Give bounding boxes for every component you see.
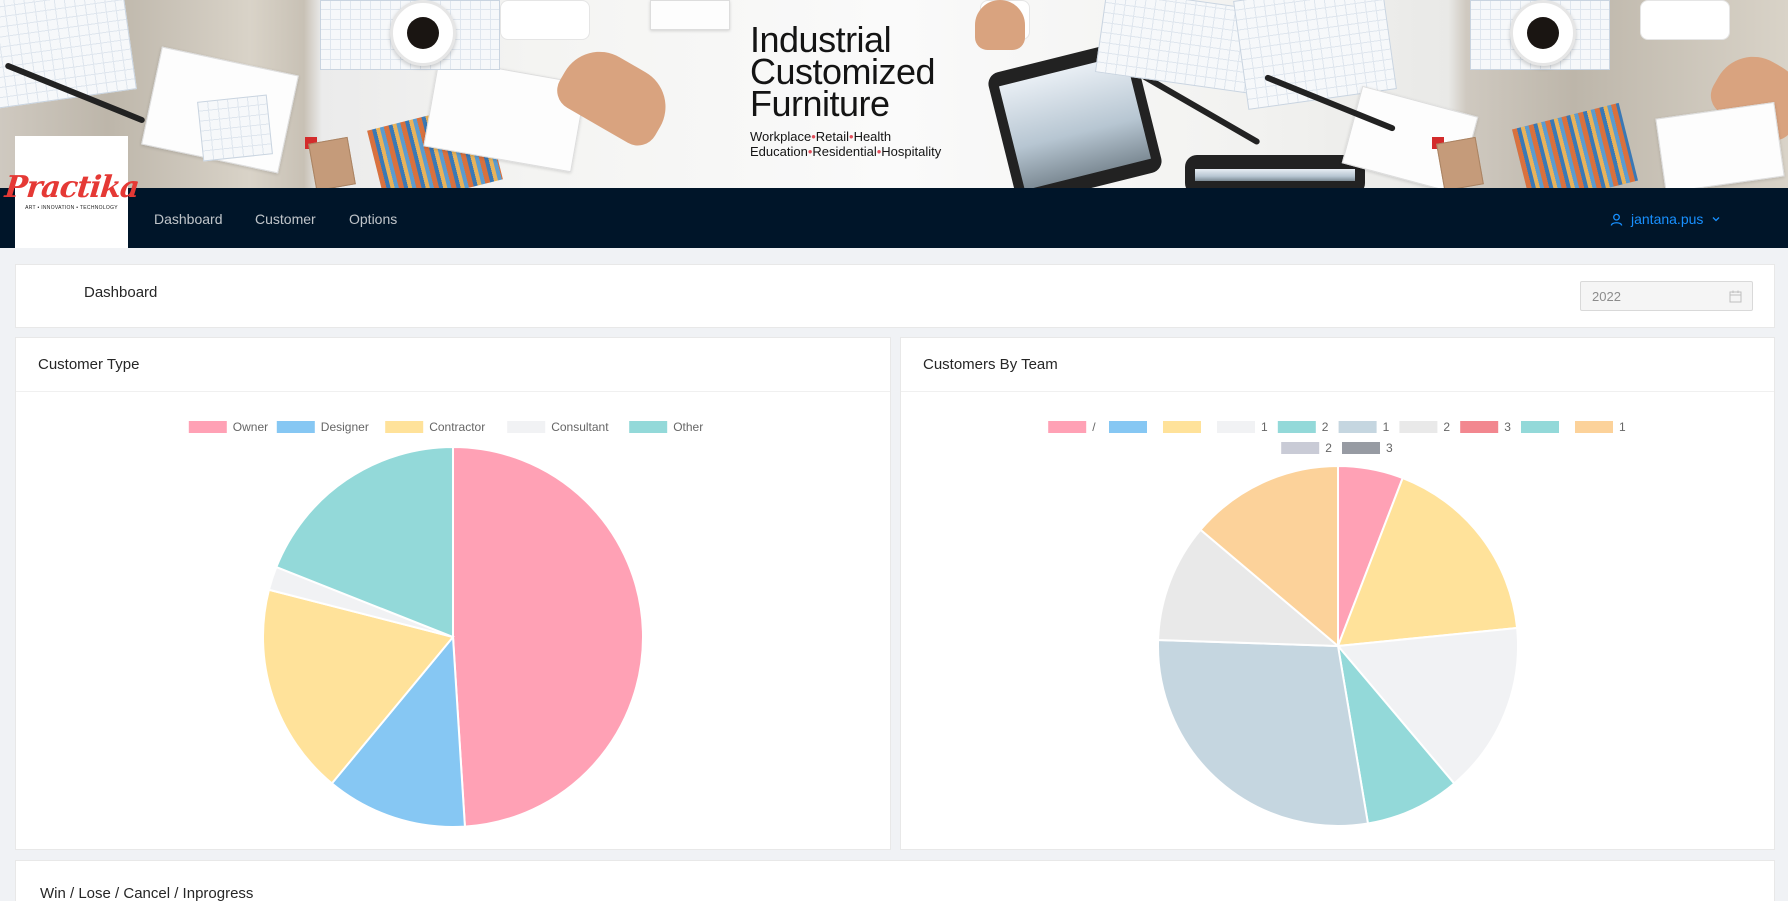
year-picker[interactable] bbox=[1580, 281, 1753, 311]
page-title: Dashboard bbox=[84, 284, 158, 301]
legend-swatch[interactable] bbox=[1399, 421, 1438, 433]
legend-swatch[interactable] bbox=[1163, 421, 1201, 433]
legend-label[interactable]: Designer bbox=[321, 420, 369, 434]
card-title: Win / Lose / Cancel / Inprogress bbox=[40, 885, 254, 901]
legend-swatch[interactable] bbox=[1575, 421, 1613, 433]
legend-swatch[interactable] bbox=[1109, 421, 1147, 433]
legend-swatch[interactable] bbox=[1521, 421, 1559, 433]
legend-label[interactable]: 3 bbox=[1504, 420, 1511, 434]
customers-by-team-card: Customers By Team / 1 2 1 2 3 1 2 3 bbox=[900, 337, 1775, 850]
legend-swatch[interactable] bbox=[1277, 421, 1316, 433]
legend-label[interactable]: 2 bbox=[1322, 420, 1329, 434]
customers-by-team-pie-chart: / 1 2 1 2 3 1 2 3 bbox=[1048, 420, 1626, 827]
pie-slice[interactable] bbox=[1157, 638, 1370, 827]
nav-item-options[interactable]: Options bbox=[349, 209, 397, 229]
header-banner: Industrial Customized Furniture Workplac… bbox=[0, 0, 1788, 188]
banner-tag: Health bbox=[853, 129, 892, 144]
banner-tag: Hospitality bbox=[881, 144, 942, 159]
legend-label[interactable]: Owner bbox=[233, 420, 268, 434]
user-icon bbox=[1610, 213, 1623, 226]
logo-tagline: ART • INNOVATION • TECHNOLOGY bbox=[25, 205, 118, 211]
banner-tag: Education bbox=[750, 144, 808, 159]
legend-swatch[interactable] bbox=[1342, 442, 1380, 454]
legend-label[interactable]: Other bbox=[673, 420, 703, 434]
legend-swatch[interactable] bbox=[507, 421, 546, 433]
legend-swatch[interactable] bbox=[1281, 442, 1320, 454]
page-header-card: Dashboard bbox=[15, 264, 1775, 328]
card-title: Customers By Team bbox=[901, 338, 1774, 392]
username-label: jantana.pus bbox=[1631, 211, 1704, 227]
chevron-down-icon bbox=[1711, 214, 1721, 224]
nav-item-customer[interactable]: Customer bbox=[255, 209, 316, 229]
legend-swatch[interactable] bbox=[629, 421, 668, 433]
pie-slice[interactable] bbox=[452, 445, 644, 828]
user-menu[interactable]: jantana.pus bbox=[1610, 209, 1721, 229]
legend-swatch[interactable] bbox=[276, 421, 315, 433]
banner-tag: Retail bbox=[815, 129, 849, 144]
card-title: Customer Type bbox=[16, 338, 890, 392]
legend-label[interactable]: / bbox=[1092, 420, 1096, 434]
legend-label[interactable]: 1 bbox=[1619, 420, 1626, 434]
banner-headline: Industrial Customized Furniture Workplac… bbox=[750, 22, 942, 160]
banner-taglines: Workplace•Retail•Health Education•Reside… bbox=[750, 129, 942, 159]
legend-label[interactable]: 1 bbox=[1383, 420, 1390, 434]
legend-swatch[interactable] bbox=[1338, 421, 1377, 433]
year-input[interactable] bbox=[1581, 282, 1721, 310]
customer-type-pie-chart: Owner Designer Contractor Consultant Other bbox=[188, 420, 703, 828]
legend-label[interactable]: Contractor bbox=[429, 420, 485, 434]
company-logo[interactable]: Practika ART • INNOVATION • TECHNOLOGY bbox=[3, 136, 140, 248]
legend-label[interactable]: 2 bbox=[1325, 441, 1332, 455]
legend-swatch[interactable] bbox=[1048, 421, 1087, 433]
legend-swatch[interactable] bbox=[385, 421, 424, 433]
win-lose-card: Win / Lose / Cancel / Inprogress bbox=[15, 860, 1775, 901]
banner-tag: Workplace bbox=[750, 129, 812, 144]
legend-label[interactable]: 3 bbox=[1386, 441, 1393, 455]
legend-swatch[interactable] bbox=[1217, 421, 1255, 433]
banner-title-line: Furniture bbox=[750, 83, 890, 124]
calendar-icon bbox=[1729, 290, 1742, 308]
legend-label[interactable]: 1 bbox=[1261, 420, 1268, 434]
customer-type-card: Customer Type Owner Designer Contractor Con… bbox=[15, 337, 891, 850]
legend-swatch[interactable] bbox=[188, 421, 227, 433]
legend-label[interactable]: Consultant bbox=[551, 420, 609, 434]
legend-swatch[interactable] bbox=[1460, 421, 1499, 433]
logo-wordmark: Practika bbox=[2, 170, 141, 205]
legend-label[interactable]: 2 bbox=[1443, 420, 1450, 434]
nav-item-dashboard[interactable]: Dashboard bbox=[154, 209, 223, 229]
banner-tag: Residential bbox=[812, 144, 877, 159]
